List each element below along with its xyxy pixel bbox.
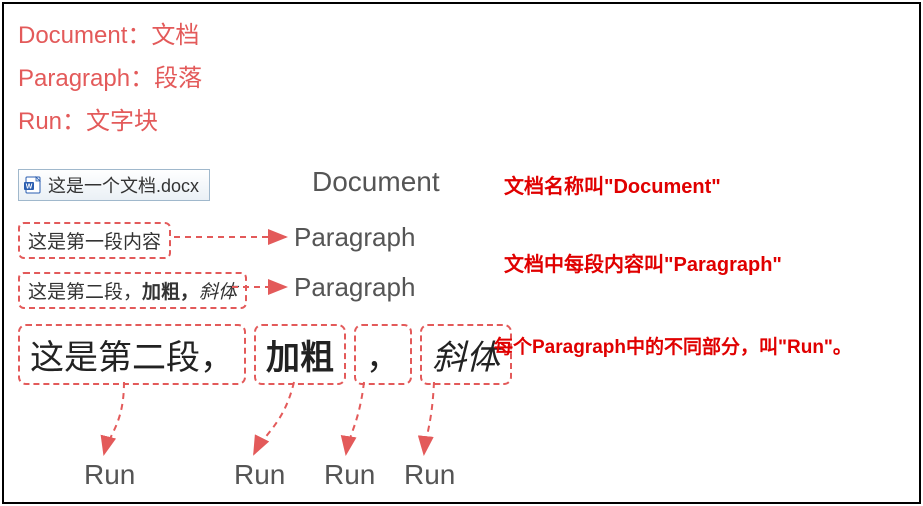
def-document: Document：文档 bbox=[18, 14, 919, 57]
svg-text:W: W bbox=[26, 184, 33, 191]
label-run-3: Run bbox=[324, 459, 375, 491]
paragraph-box-2: 这是第二段，加粗，斜体 bbox=[18, 272, 247, 309]
def-paragraph: Paragraph：段落 bbox=[18, 57, 919, 100]
run-row: 这是第二段， 加粗 ， 斜体 bbox=[18, 324, 512, 385]
word-file-icon: W bbox=[23, 175, 43, 195]
note-paragraph: 文档中每段内容叫"Paragraph" bbox=[504, 248, 782, 277]
diagram-frame: Document：文档 Paragraph：段落 Run：文字块 W 这是一个文… bbox=[2, 2, 921, 504]
paragraph-2-italic: 斜体 bbox=[199, 282, 237, 303]
label-paragraph-2: Paragraph bbox=[294, 272, 415, 303]
run-box-2: 加粗 bbox=[254, 324, 346, 385]
definitions-block: Document：文档 Paragraph：段落 Run：文字块 bbox=[4, 4, 919, 144]
label-run-2: Run bbox=[234, 459, 285, 491]
label-paragraph-1: Paragraph bbox=[294, 222, 415, 253]
paragraph-2-bold: 加粗， bbox=[142, 282, 199, 303]
docx-file-chip: W 这是一个文档.docx bbox=[18, 169, 210, 201]
label-document: Document bbox=[312, 166, 440, 198]
paragraph-box-1: 这是第一段内容 bbox=[18, 222, 171, 259]
note-run: 每个Paragraph中的不同部分，叫"Run"。 bbox=[494, 332, 852, 359]
label-run-1: Run bbox=[84, 459, 135, 491]
docx-filename: 这是一个文档.docx bbox=[48, 172, 199, 198]
run-box-1: 这是第二段， bbox=[18, 324, 246, 385]
note-document: 文档名称叫"Document" bbox=[504, 170, 721, 199]
paragraph-1-text: 这是第一段内容 bbox=[28, 232, 161, 253]
def-run: Run：文字块 bbox=[18, 100, 919, 143]
paragraph-2-normal: 这是第二段， bbox=[28, 282, 142, 303]
label-run-4: Run bbox=[404, 459, 455, 491]
run-box-3: ， bbox=[354, 324, 412, 385]
